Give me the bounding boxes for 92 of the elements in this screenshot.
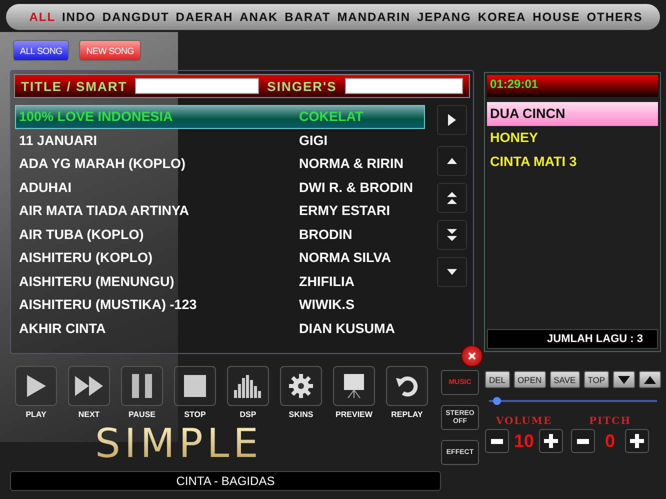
queue-button[interactable]: DEL — [485, 371, 510, 388]
category-tab[interactable]: MANDARIN — [337, 10, 411, 24]
down-arrow-icon — [446, 268, 458, 276]
song-title: AIR TUBA (KOPLO) — [18, 226, 145, 242]
song-title: 100% LOVE INDONESIA — [18, 109, 174, 124]
song-title: ADUHAI — [18, 180, 72, 195]
song-singer: GIGI — [299, 132, 328, 148]
song-singer: DIAN KUSUMA — [299, 320, 395, 336]
song-singer: WIWIK.S — [299, 297, 354, 312]
next-icon — [74, 375, 104, 397]
song-row[interactable]: AISHITERU (KOPLO) NORMA SILVA — [15, 246, 425, 270]
play-icon — [447, 113, 457, 127]
minus-icon — [491, 438, 503, 444]
category-tab[interactable]: DANGDUT — [102, 10, 170, 24]
song-singer: NORMA & RIRIN — [299, 156, 404, 172]
queue-item[interactable]: HONEY — [487, 126, 658, 150]
scroll-down-button[interactable] — [437, 257, 467, 287]
song-title: ADA YG MARAH (KOPLO) — [18, 156, 186, 172]
minus-icon — [577, 438, 589, 444]
song-singer: BRODIN — [299, 226, 352, 242]
song-count: JUMLAH LAGU : 3 — [487, 329, 658, 349]
song-singer: ZHIFILIA — [299, 274, 354, 289]
title-search-label: TITLE / SMART — [21, 78, 128, 94]
double-down-arrow-icon — [446, 228, 458, 242]
song-singer: ERMY ESTARI — [299, 203, 390, 218]
singer-search-field[interactable] — [344, 78, 463, 94]
song-row[interactable]: AKHIR CINTA DIAN KUSUMA — [15, 316, 425, 340]
up-arrow-icon — [446, 157, 458, 165]
move-down-button[interactable] — [613, 371, 635, 388]
queue-item[interactable]: DUA CINCN — [487, 102, 658, 126]
queue-item[interactable]: CINTA MATI 3 — [487, 150, 658, 174]
song-singer: NORMA SILVA — [299, 250, 391, 266]
equalizer-icon — [233, 374, 263, 398]
now-playing-bar: CINTA - BAGIDAS — [10, 471, 441, 491]
pitch-down-button[interactable] — [571, 429, 595, 453]
category-tab[interactable]: HOUSE — [532, 10, 580, 24]
song-singer: DWI R. & BRODIN — [299, 180, 413, 195]
queue-button[interactable]: TOP — [584, 371, 610, 388]
slider-thumb[interactable] — [493, 397, 502, 405]
song-title: AIR MATA TIADA ARTINYA — [18, 203, 190, 218]
projector-screen-icon — [343, 373, 365, 399]
song-row[interactable]: 11 JANUARI GIGI — [15, 128, 425, 152]
category-tab[interactable]: OTHERS — [586, 10, 643, 24]
list-button[interactable]: ALL SONG — [13, 40, 70, 61]
clock-display: 01:29:01 — [487, 75, 658, 97]
song-row[interactable]: ADA YG MARAH (KOPLO) NORMA & RIRIN — [15, 152, 425, 176]
song-title: AKHIR CINTA — [18, 320, 107, 336]
song-row[interactable]: AIR TUBA (KOPLO) BRODIN — [15, 222, 425, 246]
song-singer: COKELAT — [299, 109, 364, 124]
pause-icon — [130, 373, 154, 399]
queue-button[interactable]: OPEN — [514, 371, 546, 388]
up-triangle-icon — [642, 374, 657, 384]
category-tab[interactable]: JEPANG — [416, 10, 472, 24]
song-row[interactable]: ADUHAI DWI R. & BRODIN — [15, 176, 425, 199]
page-down-button[interactable] — [437, 220, 467, 250]
add-button[interactable] — [437, 105, 467, 135]
category-tab[interactable]: INDO — [62, 10, 96, 24]
pitch-label: PITCH — [588, 416, 632, 427]
pitch-up-button[interactable] — [625, 429, 649, 453]
close-icon — [468, 352, 476, 360]
song-row[interactable]: AISHITERU (MENUNGU) ZHIFILIA — [15, 270, 425, 293]
volume-label: VOLUME — [496, 416, 552, 427]
song-row[interactable]: 100% LOVE INDONESIA COKELAT — [15, 105, 425, 128]
pitch-value: 0 — [604, 430, 616, 452]
song-title: AISHITERU (MUSTIKA) -123 — [18, 297, 198, 312]
replay-icon — [395, 374, 419, 398]
song-title: AISHITERU (MENUNGU) — [18, 274, 176, 289]
song-row[interactable]: AISHITERU (MUSTIKA) -123 WIWIK.S — [15, 293, 425, 316]
double-up-arrow-icon — [446, 191, 458, 205]
plus-icon — [630, 434, 644, 448]
down-triangle-icon — [617, 374, 631, 384]
category-tab[interactable]: BARAT — [284, 10, 331, 24]
volume-down-button[interactable] — [485, 429, 509, 453]
singer-search-label: SINGER'S — [267, 78, 337, 94]
settings-icon — [288, 373, 314, 399]
category-tab[interactable]: ANAK — [240, 10, 278, 24]
plus-icon — [544, 434, 558, 448]
play-icon — [25, 374, 47, 398]
queue-button[interactable]: SAVE — [550, 371, 580, 388]
scroll-up-button[interactable] — [437, 146, 467, 176]
move-up-button[interactable] — [639, 371, 661, 388]
volume-up-button[interactable] — [539, 429, 563, 453]
volume-value: 10 — [513, 430, 535, 452]
song-title: AISHITERU (KOPLO) — [18, 250, 154, 266]
category-tab[interactable]: KOREA — [478, 10, 526, 24]
stop-icon — [183, 374, 207, 398]
song-title: 11 JANUARI — [18, 132, 98, 148]
category-tab[interactable]: DAERAH — [176, 10, 234, 24]
song-row[interactable]: AIR MATA TIADA ARTINYA ERMY ESTARI — [15, 199, 425, 222]
close-button[interactable] — [461, 345, 483, 367]
title-search-field[interactable] — [135, 78, 260, 94]
page-up-button[interactable] — [437, 183, 467, 213]
